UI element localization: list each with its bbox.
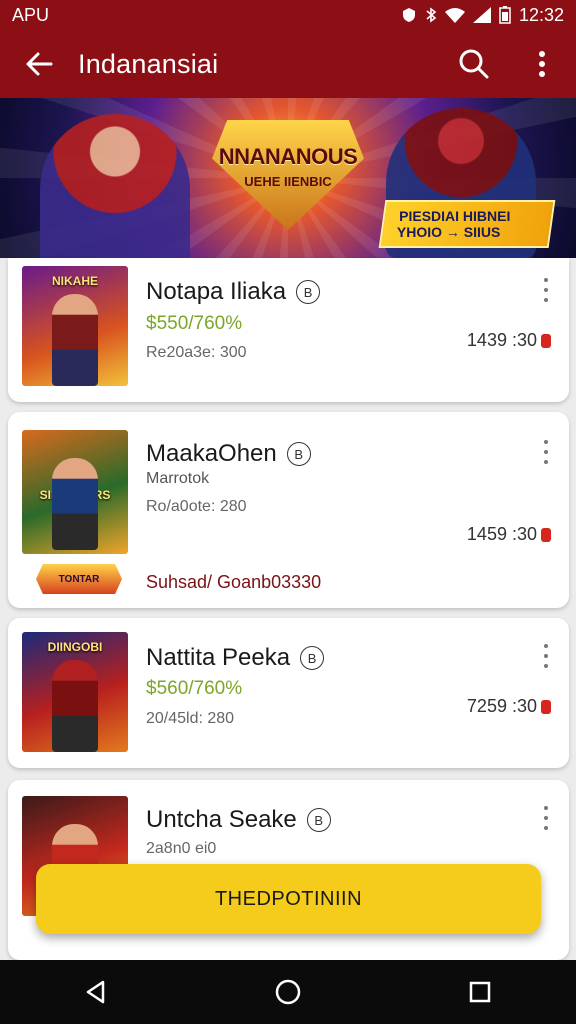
thumbnail-label: DIINGOBI [47,640,103,654]
thumbnail-figure [52,458,98,550]
thumbnail-figure [52,294,98,386]
system-nav-bar [0,960,576,1024]
item-more-button[interactable] [537,278,555,302]
item-thumbnail: SIENBNHRS [22,430,128,554]
mini-logo-text: TONTAR [58,573,100,585]
fire-icon [541,527,551,542]
item-price: $560/760% [146,678,243,699]
recents-square-icon [469,981,491,1003]
app-bar: Indanansiai [0,30,576,98]
item-name: Untcha Seake B [146,806,331,834]
nav-home-button[interactable] [258,962,318,1022]
banner-logo-subtitle: UEHE IIENBIC [244,174,332,189]
promo-banner[interactable]: NNANANOUS UEHE IIENBIC PIESDIAI HIBNEI Y… [0,98,576,258]
status-bar: APU 12:32 [0,0,576,30]
nav-back-button[interactable] [66,962,126,1022]
item-thumbnail: NIKAHE [22,266,128,386]
battery-icon [499,6,511,24]
list-item[interactable]: DIINGOBI Nattita Peeka B $560/760% 20/45… [8,618,569,768]
thumbnail-label: NIKAHE [51,274,98,288]
wifi-icon [444,8,465,23]
thumbnail-figure [52,660,98,752]
item-mini-logo: TONTAR [36,564,122,594]
item-name: Notapa Iliaka B [146,278,321,306]
item-name-text: Notapa Iliaka [146,278,287,305]
item-subline: Marrotok [146,470,210,487]
screen: APU 12:32 Indanansiai NNANANOUS UEHE IIE… [0,0,576,1024]
status-time: 12:32 [518,4,564,25]
banner-promo-line1: PIESDIAI HIBNEI [399,208,511,224]
home-circle-icon [275,979,301,1005]
fire-icon [541,699,551,714]
item-name: Nattita Peeka B [146,644,325,672]
item-meta: 2a8n0 ei0 [146,840,217,857]
app-title: Indanansiai [78,48,219,79]
item-time: 1439 :30 [467,330,551,351]
overflow-menu-button[interactable] [508,30,576,98]
bitcoin-icon: B [300,646,325,670]
item-time: 1459 :30 [467,524,551,545]
item-name: MaakaOhen B [146,440,311,468]
more-vertical-icon [539,51,545,77]
item-more-button[interactable] [537,806,555,830]
list-item[interactable]: NIKAHE Notapa Iliaka B $550/760% Re20a3e… [8,258,569,402]
banner-hero-left [40,114,190,258]
nav-recents-button[interactable] [450,962,510,1022]
search-icon [459,49,489,79]
arrow-left-icon [26,52,53,76]
shield-icon [402,8,415,22]
banner-promo-line2: YHOIO → SIIUS [396,224,501,240]
status-icons: 12:32 [401,5,564,26]
status-carrier: APU [12,4,50,25]
list-item[interactable]: SIENBNHRS TONTAR MaakaOhen B Marrotok Ro… [8,412,569,608]
bitcoin-icon: B [296,280,321,304]
item-time-text: 1459 :30 [466,524,537,544]
item-time-text: 7259 :30 [466,696,537,716]
item-price: $550/760% [146,313,243,334]
bitcoin-icon: B [306,808,331,832]
primary-action-button[interactable]: THEDPOTINIIN [36,864,541,934]
item-time-text: 1439 :30 [466,330,537,350]
back-triangle-icon [86,980,105,1004]
item-meta: Ro/a0ote: 280 [146,498,247,515]
fire-icon [541,333,551,348]
item-meta: Re20a3e: 300 [146,344,247,361]
item-meta: 20/45ld: 280 [146,710,235,727]
back-button[interactable] [0,30,78,98]
item-name-text: Nattita Peeka [146,644,291,671]
search-button[interactable] [440,30,508,98]
signal-icon [472,7,491,23]
banner-logo-title: NNANANOUS [218,144,358,169]
item-link-text[interactable]: Suhsad/ Goanb03330 [146,572,321,593]
banner-promo-badge: PIESDIAI HIBNEI YHOIO → SIIUS [378,200,556,248]
item-more-button[interactable] [537,644,555,668]
item-time: 7259 :30 [467,696,551,717]
item-more-button[interactable] [537,440,555,464]
item-name-text: MaakaOhen [146,440,277,467]
bitcoin-icon: B [286,442,311,466]
item-thumbnail: DIINGOBI [22,632,128,752]
bluetooth-icon [426,7,437,23]
item-name-text: Untcha Seake [146,806,297,833]
